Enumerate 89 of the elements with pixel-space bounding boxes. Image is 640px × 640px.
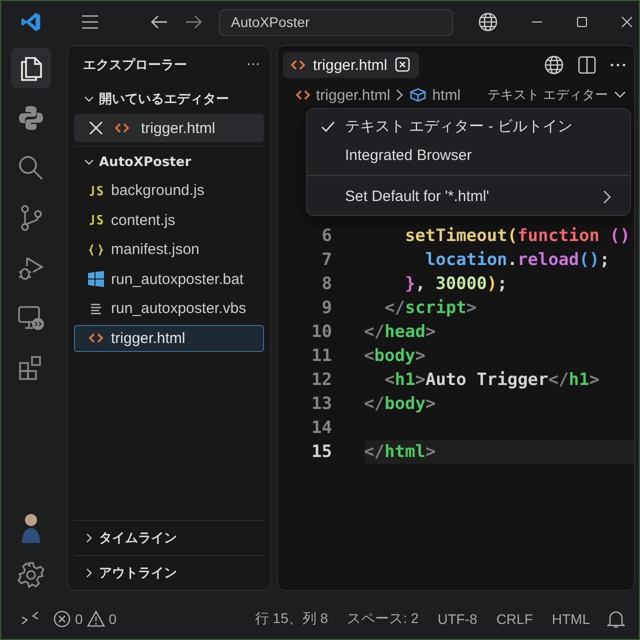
section-header[interactable]: 開いているエディター: [74, 84, 264, 114]
split-editor-icon[interactable]: [578, 56, 596, 74]
code-line: </script>: [383, 298, 477, 318]
section-header[interactable]: アウトライン: [74, 555, 264, 590]
file-name: content.js: [111, 212, 176, 228]
search-icon: [17, 154, 45, 182]
file-name: manifest.json: [111, 241, 200, 258]
check-icon: [321, 120, 335, 132]
file-name: background.js: [111, 182, 204, 199]
code-line: <body>: [364, 346, 426, 366]
line-number: 15: [310, 442, 332, 462]
settings-icon[interactable]: [17, 561, 45, 589]
more-actions-button[interactable]: ···: [246, 57, 260, 73]
chevron-right-icon: [396, 89, 404, 101]
menu-item[interactable]: Set Default for '*.html': [307, 181, 630, 212]
file-item[interactable]: content.js: [74, 206, 264, 234]
file-item[interactable]: background.js: [74, 177, 264, 204]
line-number: 6: [320, 226, 332, 246]
file-name: trigger.html: [111, 330, 186, 346]
braces-icon: [89, 244, 103, 256]
file-name: run_autoxposter.bat: [111, 270, 244, 288]
status-item[interactable]: スペース: 2: [347, 610, 419, 628]
warning-count[interactable]: 0: [108, 611, 117, 627]
close-icon[interactable]: [621, 16, 633, 28]
file-item[interactable]: run_autoxposter.bat: [74, 266, 264, 292]
monitor-icon: [17, 304, 45, 332]
remote-icon[interactable]: [21, 611, 39, 627]
globe-icon[interactable]: [544, 55, 564, 75]
close-icon[interactable]: [89, 121, 103, 135]
bell-icon[interactable]: [607, 609, 625, 629]
code-line: }, 30000);: [404, 274, 508, 294]
warning-icon[interactable]: [86, 610, 105, 628]
code-line: location.reload();: [424, 250, 610, 270]
status-item[interactable]: UTF-8: [438, 611, 478, 627]
line-number: 10: [310, 322, 332, 342]
back-arrow-icon[interactable]: [150, 14, 168, 30]
text-lines-icon: [90, 302, 102, 314]
open-editor-item[interactable]: trigger.html: [74, 114, 264, 142]
more-actions-icon[interactable]: [610, 63, 626, 67]
line-number: 8: [320, 274, 332, 294]
code-brackets-icon: [115, 122, 129, 134]
breadcrumb-item[interactable]: trigger.html: [296, 86, 390, 104]
status-item[interactable]: HTML: [552, 611, 590, 627]
line-number: 12: [310, 370, 332, 390]
code-line: <h1>Auto Trigger</h1>: [383, 370, 600, 390]
search-field[interactable]: AutoXPoster: [219, 8, 453, 36]
account-avatar[interactable]: [20, 513, 42, 543]
js-file-icon: [89, 215, 103, 225]
sidebar-title: エクスプローラー: [83, 56, 187, 74]
line-number: 14: [310, 418, 332, 438]
app-logo-icon: [20, 11, 42, 33]
file-item[interactable]: manifest.json: [74, 236, 264, 263]
line-number: 13: [310, 394, 332, 414]
cube-icon: [410, 88, 426, 102]
chevron-down-icon: [614, 91, 626, 99]
code-brackets-icon: [291, 59, 305, 71]
editor-picker[interactable]: テキスト エディター: [487, 86, 626, 104]
forward-arrow-icon[interactable]: [185, 14, 203, 30]
code-brackets-icon: [296, 89, 310, 101]
file-name: run_autoxposter.vbs: [111, 300, 246, 317]
code-line: </head>: [364, 322, 436, 342]
section-header[interactable]: タイムライン: [74, 520, 264, 555]
code-brackets-icon: [89, 332, 103, 344]
line-number: 9: [320, 298, 332, 318]
folder-header[interactable]: AutoXPoster: [74, 146, 264, 177]
windows-logo-icon: [88, 271, 104, 287]
maximize-icon[interactable]: [576, 16, 588, 28]
file-name: trigger.html: [141, 120, 216, 136]
code-line: setTimeout(function (): [404, 226, 630, 246]
status-item[interactable]: CRLF: [496, 611, 533, 627]
menu-item[interactable]: テキスト エディター - ビルトイン: [307, 112, 630, 141]
file-item[interactable]: run_autoxposter.vbs: [74, 295, 264, 322]
status-item[interactable]: 行 15、列 8: [254, 610, 328, 628]
editor-tab[interactable]: trigger.html: [283, 52, 420, 78]
breadcrumb-item[interactable]: html: [410, 86, 461, 104]
menu-item[interactable]: Integrated Browser: [307, 141, 630, 170]
code-line: </html>: [364, 442, 436, 462]
python-icon: [17, 104, 45, 132]
error-count[interactable]: 0: [75, 611, 83, 627]
file-item[interactable]: trigger.html: [74, 324, 264, 352]
code-line: </body>: [364, 394, 436, 414]
globe-icon[interactable]: [478, 12, 498, 32]
chevron-right-icon: [603, 190, 612, 204]
js-file-icon: [89, 186, 103, 196]
error-icon[interactable]: [53, 610, 71, 628]
line-number: 11: [310, 346, 332, 366]
activity-bar-tab[interactable]: [11, 48, 51, 88]
line-number: 7: [320, 250, 332, 270]
menu-icon[interactable]: [81, 15, 99, 29]
